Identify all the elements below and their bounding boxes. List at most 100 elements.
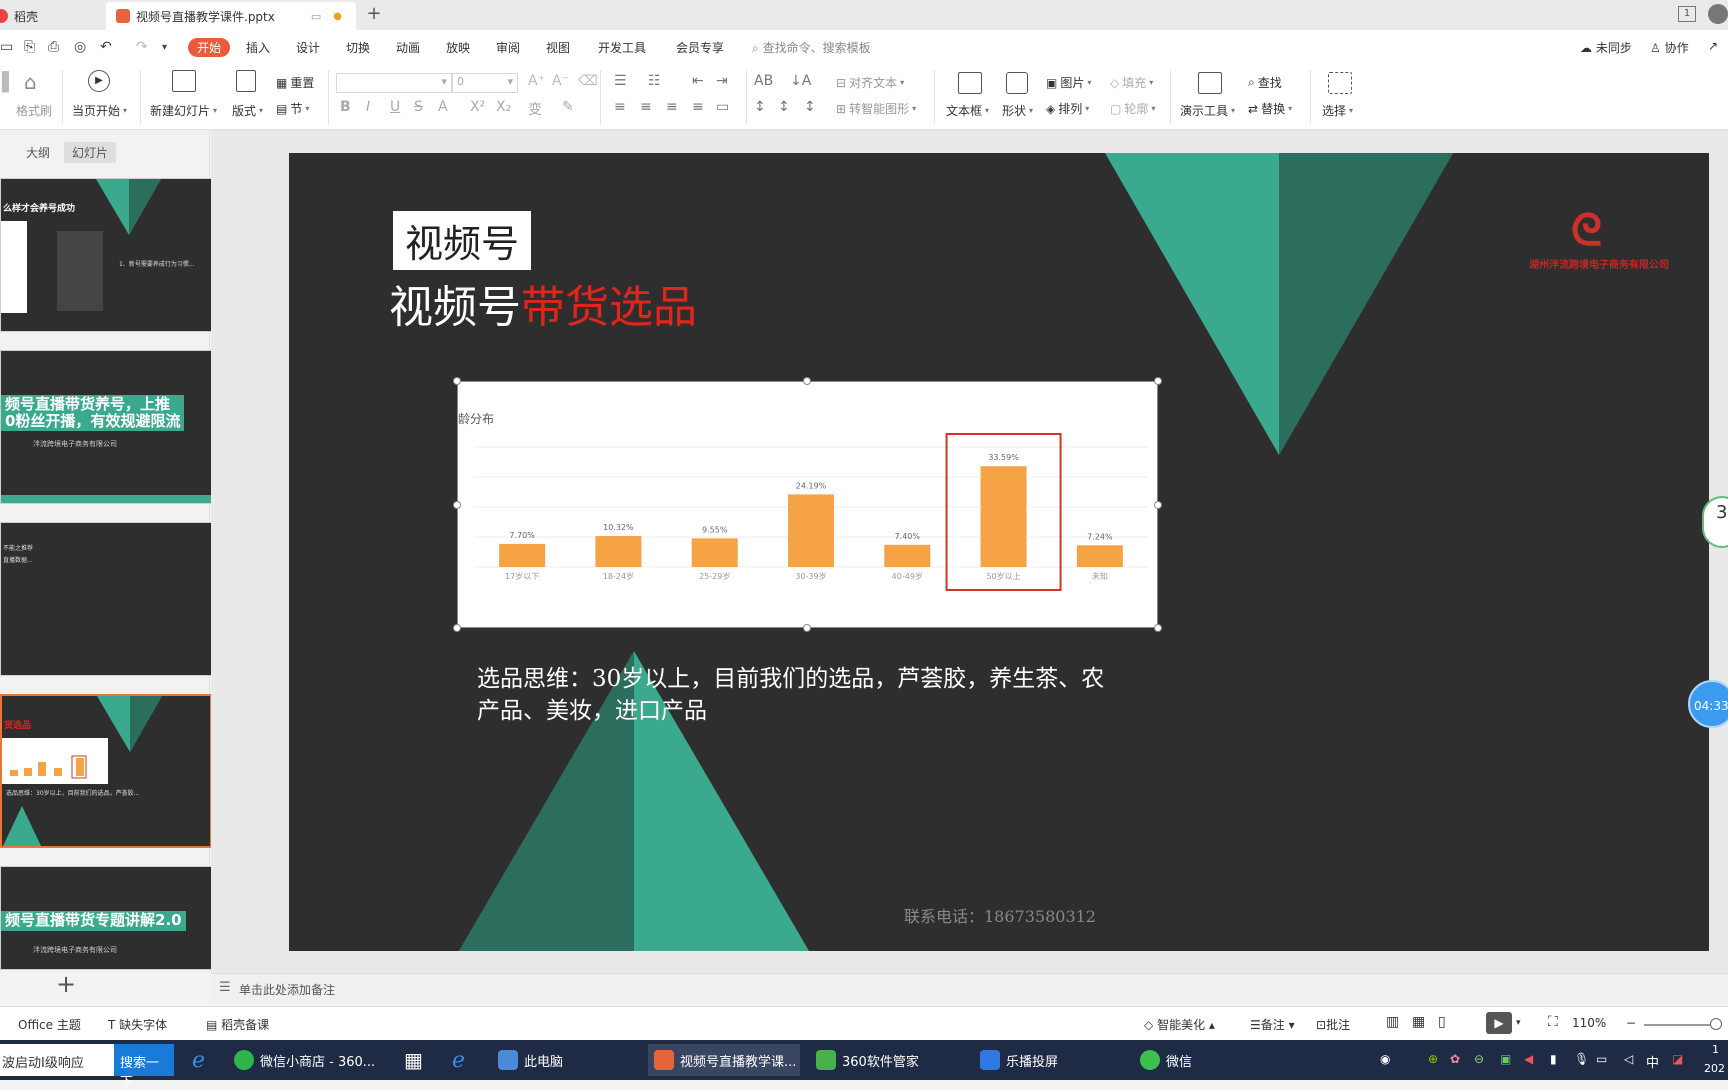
play-from-current-button[interactable]: 当页开始 ▾: [72, 102, 127, 119]
zoom-out-icon[interactable]: −: [1626, 1016, 1636, 1030]
notes-pane[interactable]: ☰ 单击此处添加备注: [211, 973, 1728, 1003]
user-avatar[interactable]: [1708, 4, 1728, 24]
resize-handle[interactable]: [1154, 377, 1162, 385]
taskbar-app-wechat[interactable]: 微信: [1134, 1044, 1198, 1076]
menu-developer[interactable]: 开发工具: [598, 39, 646, 56]
add-slide-button[interactable]: +: [56, 970, 76, 998]
replace-button[interactable]: ⇄ 替换 ▾: [1248, 100, 1292, 117]
taskbar-app-wps[interactable]: 视频号直播教学课...: [648, 1044, 800, 1076]
slide-thumbnail-selected[interactable]: 货选品 选品思维：30岁以上，目前我们的选品，芦荟胶...: [0, 694, 212, 848]
docer-lesson-button[interactable]: ▤ 稻壳备课: [206, 1016, 269, 1033]
shape-button[interactable]: 形状 ▾: [1002, 102, 1033, 119]
resize-handle[interactable]: [453, 377, 461, 385]
chart-image[interactable]: 龄分布 7.70% 17岁以下 10.32% 18-24岁 9.55% 25-29岁 24.…: [457, 381, 1158, 628]
sort-icon[interactable]: ↓A: [790, 73, 811, 89]
new-tab-button[interactable]: +: [366, 3, 382, 24]
taskbar-app-lebo[interactable]: 乐播投屏: [974, 1044, 1064, 1076]
reading-view-icon[interactable]: ▯: [1438, 1014, 1446, 1030]
clock-time[interactable]: 1: [1712, 1043, 1719, 1056]
theme-name[interactable]: Office 主题: [18, 1016, 81, 1033]
normal-view-icon[interactable]: ▥: [1386, 1014, 1399, 1030]
tab-docer[interactable]: 稻壳: [0, 2, 96, 30]
bold-icon[interactable]: B: [340, 99, 351, 115]
menu-animation[interactable]: 动画: [396, 39, 420, 56]
shrink-font-icon[interactable]: A⁻: [552, 73, 569, 89]
select-button[interactable]: 选择 ▾: [1322, 102, 1353, 119]
command-search[interactable]: ⌕ 查找命令、搜索模板: [752, 39, 871, 56]
wifi-tray-icon[interactable]: ▭: [1596, 1052, 1607, 1066]
phonetic-icon[interactable]: 变: [528, 99, 542, 119]
play-slideshow-icon[interactable]: ▶: [1486, 1012, 1512, 1034]
column-icon[interactable]: ↕: [804, 99, 816, 115]
menu-member[interactable]: 会员专享: [676, 39, 724, 56]
fill-button[interactable]: ◇ 填充 ▾: [1110, 74, 1153, 91]
security-tray-icon[interactable]: ⊖: [1474, 1052, 1484, 1066]
align-text-button[interactable]: ⊟ 对齐文本 ▾: [836, 74, 904, 91]
edge-browser-icon[interactable]: ℯ: [446, 1044, 471, 1076]
numbered-list-icon[interactable]: ☷: [648, 73, 661, 89]
window-layout-button[interactable]: 1: [1678, 6, 1696, 22]
slide-thumbnail[interactable]: 不能之推荐 直播数据...: [0, 522, 212, 676]
print-icon[interactable]: ⎙: [48, 39, 59, 55]
slide-title[interactable]: 视频号带货选品: [389, 271, 697, 335]
tab-window-icon[interactable]: ▭: [311, 10, 321, 23]
taskbar-app-360-manager[interactable]: 360软件管家: [810, 1044, 925, 1076]
slide-thumbnail[interactable]: 频号直播带货专题讲解2.0 泮流跨境电子商务有限公司: [0, 866, 212, 970]
calculator-icon[interactable]: ▦: [398, 1044, 429, 1076]
new-slide-button[interactable]: 新建幻灯片 ▾: [150, 102, 217, 119]
menu-view[interactable]: 视图: [546, 39, 570, 56]
share-icon[interactable]: ↗: [1708, 39, 1718, 53]
resize-handle[interactable]: [803, 624, 811, 632]
missing-font-button[interactable]: T 缺失字体: [108, 1016, 167, 1033]
nvidia-tray-icon[interactable]: ▣: [1500, 1052, 1511, 1066]
clock-date[interactable]: 202: [1704, 1062, 1725, 1075]
find-button[interactable]: ⌕ 查找: [1248, 74, 1282, 91]
plus-tray-icon[interactable]: ⊕: [1428, 1052, 1438, 1066]
tab-slides[interactable]: 幻灯片: [64, 142, 117, 163]
slide-tag-label[interactable]: 视频号: [393, 211, 532, 270]
notes-toggle-button[interactable]: ☰备注 ▾: [1250, 1016, 1295, 1033]
fit-window-icon[interactable]: ⛶: [1548, 1014, 1558, 1030]
subscript-icon[interactable]: X₂: [496, 99, 511, 115]
superscript-icon[interactable]: X²: [470, 99, 485, 115]
taskbar-search-button[interactable]: 搜索一下: [114, 1044, 174, 1090]
network-tray-icon[interactable]: ◉: [1380, 1052, 1390, 1066]
sync-status[interactable]: ☁ 未同步: [1580, 39, 1632, 56]
flower-tray-icon[interactable]: ✿: [1450, 1052, 1460, 1066]
textbox-button[interactable]: 文本框 ▾: [946, 102, 989, 119]
save-icon[interactable]: ▭: [0, 39, 13, 55]
slide-thumbnail[interactable]: 么样才会养号成功 1、新号需要养成行为习惯...: [0, 178, 212, 332]
distribute-icon[interactable]: ▭: [716, 99, 729, 115]
align-left-icon[interactable]: ≡: [614, 99, 626, 115]
menu-slideshow[interactable]: 放映: [446, 39, 470, 56]
slide-sorter-icon[interactable]: ▦: [1412, 1014, 1425, 1030]
menu-review[interactable]: 审阅: [496, 39, 520, 56]
zoom-level[interactable]: 110%: [1572, 1016, 1606, 1030]
align-right-icon[interactable]: ≡: [666, 99, 678, 115]
line-spacing-icon[interactable]: ↕: [754, 99, 766, 115]
resize-handle[interactable]: [1154, 501, 1162, 509]
floating-widget[interactable]: 3: [1702, 496, 1728, 548]
picture-button[interactable]: ▣ 图片 ▾: [1046, 74, 1091, 91]
smart-beautify-button[interactable]: ◇ 智能美化 ▴: [1144, 1016, 1215, 1033]
speaker-red-tray-icon[interactable]: ◀: [1524, 1052, 1533, 1066]
to-smartart-button[interactable]: ⊞ 转智能图形 ▾: [836, 100, 916, 117]
resize-handle[interactable]: [1154, 624, 1162, 632]
redo-icon[interactable]: ↷: [136, 39, 148, 55]
align-center-icon[interactable]: ≡: [640, 99, 652, 115]
taskbar-app-this-pc[interactable]: 此电脑: [492, 1044, 569, 1076]
arrange-button[interactable]: ◈ 排列 ▾: [1046, 100, 1089, 117]
italic-icon[interactable]: I: [366, 99, 370, 115]
paste-icon[interactable]: ▌: [2, 72, 16, 93]
menu-design[interactable]: 设计: [296, 39, 320, 56]
underline-icon[interactable]: U: [390, 99, 400, 115]
text-direction-icon[interactable]: AB: [754, 73, 773, 89]
shield-tray-icon[interactable]: ▮: [1550, 1052, 1557, 1066]
outline-button[interactable]: ▢ 轮廓 ▾: [1110, 100, 1155, 117]
preview-icon[interactable]: ◎: [74, 39, 86, 55]
font-color-icon[interactable]: A: [438, 99, 448, 115]
contact-phone[interactable]: 联系电话：18673580312: [904, 903, 1096, 927]
resize-handle[interactable]: [453, 501, 461, 509]
tab-document[interactable]: 视频号直播教学课件.pptx ▭ ●: [106, 2, 356, 30]
layout-button[interactable]: 版式 ▾: [232, 102, 263, 119]
